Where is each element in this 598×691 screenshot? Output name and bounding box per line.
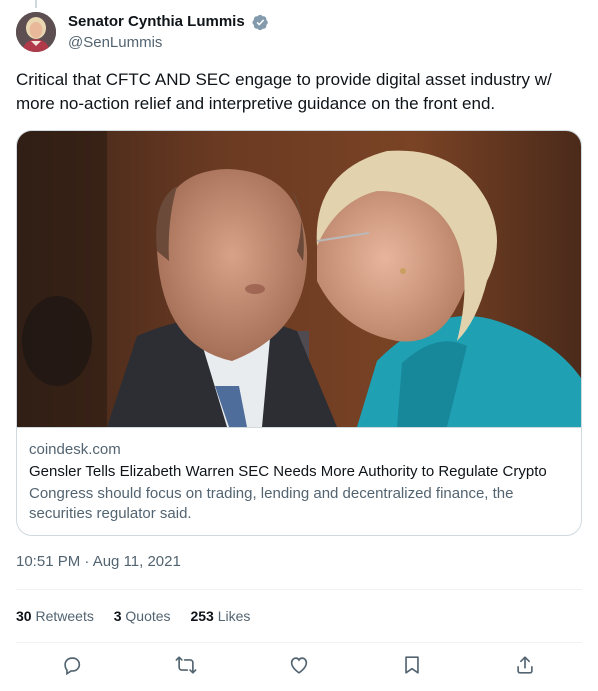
tweet-timestamp[interactable]: 10:51 PM · Aug 11, 2021 xyxy=(16,552,181,572)
tweet-text: Critical that CFTC AND SEC engage to pro… xyxy=(16,70,552,113)
card-description: Congress should focus on trading, lendin… xyxy=(29,485,514,522)
verified-badge-icon xyxy=(252,14,269,31)
share-icon[interactable] xyxy=(514,654,536,676)
card-image xyxy=(17,131,581,427)
retweets-stat[interactable]: 30 Retweets xyxy=(16,606,94,626)
likes-count: 253 xyxy=(190,608,214,624)
divider xyxy=(16,642,582,643)
reply-icon[interactable] xyxy=(61,654,83,676)
like-icon[interactable] xyxy=(288,654,310,676)
retweet-icon[interactable] xyxy=(175,654,197,676)
quotes-stat[interactable]: 3 Quotes xyxy=(114,606,171,626)
thread-connector-line xyxy=(35,0,37,8)
display-name[interactable]: Senator Cynthia Lummis xyxy=(68,12,245,32)
quotes-count: 3 xyxy=(113,608,122,624)
likes-label: Likes xyxy=(217,608,251,624)
quotes-label: Quotes xyxy=(125,608,171,624)
card-domain: coindesk.com xyxy=(29,441,121,458)
tweet-actions-bar xyxy=(16,650,582,682)
retweets-label: Retweets xyxy=(35,608,94,624)
link-preview-card[interactable]: coindesk.com Gensler Tells Elizabeth War… xyxy=(16,130,582,536)
card-title: Gensler Tells Elizabeth Warren SEC Needs… xyxy=(29,463,547,480)
author-handle[interactable]: @SenLummis xyxy=(68,33,269,53)
divider xyxy=(16,589,582,590)
bookmark-icon[interactable] xyxy=(401,654,423,676)
engagement-stats: 30 Retweets 3 Quotes 253 Likes xyxy=(16,606,266,626)
avatar[interactable] xyxy=(16,12,56,52)
tweet-header: Senator Cynthia Lummis @SenLummis xyxy=(16,12,582,54)
likes-stat[interactable]: 253 Likes xyxy=(190,606,250,626)
retweets-count: 30 xyxy=(16,608,32,624)
